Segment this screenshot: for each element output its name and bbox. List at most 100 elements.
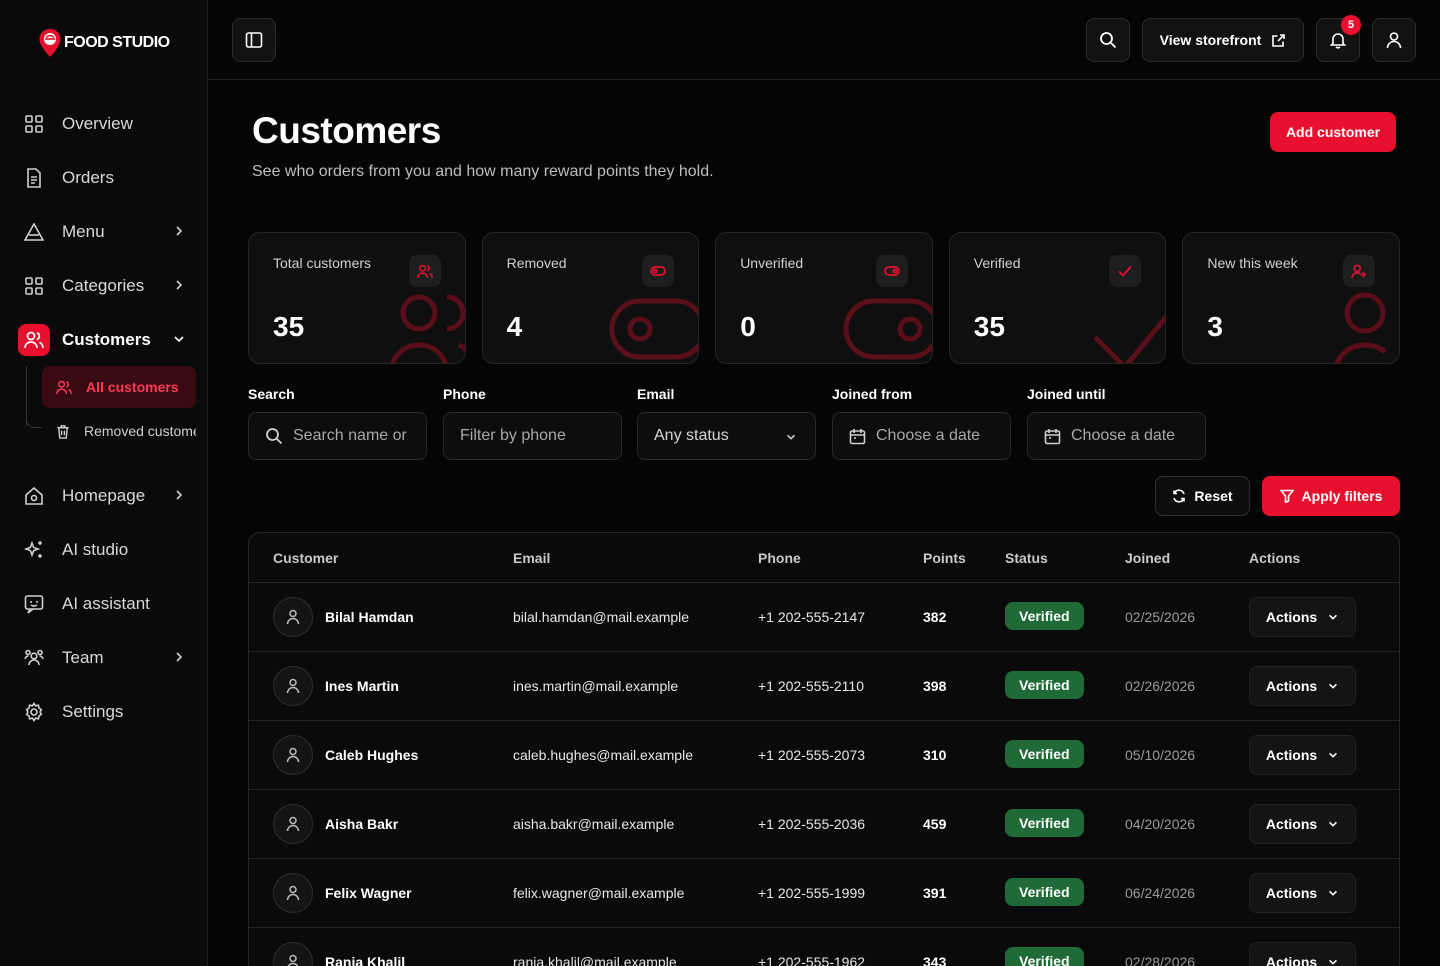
customer-points: 459 — [923, 816, 947, 832]
brand-logo[interactable]: FOOD STUDIO — [38, 28, 170, 58]
column-header-joined[interactable]: Joined — [1125, 550, 1170, 566]
apply-filters-label: Apply filters — [1301, 488, 1383, 504]
chevron-down-icon — [1329, 890, 1338, 896]
view-storefront-button[interactable]: View storefront — [1142, 18, 1304, 62]
sidebar-item-settings[interactable]: Settings — [18, 692, 198, 732]
customer-name[interactable]: Caleb Hughes — [325, 747, 418, 763]
row-actions-button[interactable]: Actions — [1249, 804, 1356, 844]
apply-filters-button[interactable]: Apply filters — [1262, 476, 1400, 516]
customers-table: Customer Email Phone Points Status Joine… — [248, 532, 1400, 966]
joined-until-date-picker[interactable]: Choose a date — [1027, 412, 1206, 460]
calendar-icon — [849, 428, 866, 444]
table-row[interactable]: Caleb Hughes caleb.hughes@mail.example +… — [249, 721, 1399, 790]
users-icon — [18, 324, 50, 356]
sidebar-item-label: Homepage — [62, 486, 146, 505]
table-row[interactable]: Felix Wagner felix.wagner@mail.example +… — [249, 859, 1399, 928]
column-header-email[interactable]: Email — [513, 550, 550, 566]
phone-input[interactable]: Filter by phone — [443, 412, 622, 460]
phone-field: Phone Filter by phone — [443, 386, 622, 460]
stat-value: 0 — [740, 311, 756, 342]
customers-subnav: All customers Removed customers — [26, 366, 198, 454]
sidebar-item-label: Customers — [62, 330, 151, 349]
sidebar-item-categories[interactable]: Categories — [18, 266, 198, 306]
customer-name[interactable]: Bilal Hamdan — [325, 609, 414, 625]
field-label: Email — [637, 386, 675, 402]
row-actions-button[interactable]: Actions — [1249, 597, 1356, 637]
customer-phone: +1 202-555-2073 — [758, 747, 866, 763]
column-header-phone[interactable]: Phone — [758, 550, 801, 566]
sidebar-item-team[interactable]: Team — [18, 638, 198, 678]
reset-filters-button[interactable]: Reset — [1155, 476, 1250, 516]
page-subtitle: See who orders from you and how many rew… — [252, 163, 714, 180]
add-customer-button[interactable]: Add customer — [1270, 112, 1396, 152]
customer-name[interactable]: Rania Khalil — [325, 954, 405, 966]
customer-joined-date: 02/26/2026 — [1125, 678, 1196, 694]
check-watermark-icon — [1093, 314, 1166, 363]
table-row[interactable]: Aisha Bakr aisha.bakr@mail.example +1 20… — [249, 790, 1399, 859]
stat-value: 35 — [273, 311, 305, 342]
customer-name[interactable]: Felix Wagner — [325, 885, 412, 901]
sidebar-item-customers[interactable]: Customers — [18, 320, 198, 360]
search-input[interactable]: Search name or — [248, 412, 427, 460]
customer-points: 391 — [923, 885, 947, 901]
notifications-button[interactable]: 5 — [1316, 15, 1361, 62]
chevron-down-icon — [1329, 959, 1338, 965]
notification-count-badge: 5 — [1341, 15, 1361, 35]
customer-email: aisha.bakr@mail.example — [513, 816, 675, 832]
users-icon — [408, 255, 441, 287]
subnav-item-all-customers[interactable]: All customers — [42, 366, 196, 408]
status-badge: Verified — [1005, 671, 1084, 699]
actions-label: Actions — [1265, 885, 1318, 901]
user-icon — [1386, 32, 1402, 49]
customer-email: ines.martin@mail.example — [513, 678, 679, 694]
user-menu-button[interactable] — [1372, 18, 1416, 62]
status-badge: Verified — [1005, 602, 1084, 630]
sidebar-item-ai-studio[interactable]: AI studio — [18, 530, 198, 570]
sparkle-icon — [24, 540, 44, 560]
user-icon — [286, 885, 300, 901]
row-actions-button[interactable]: Actions — [1249, 873, 1356, 913]
joined-from-date-picker[interactable]: Choose a date — [832, 412, 1011, 460]
actions-label: Actions — [1265, 816, 1318, 832]
email-status-select[interactable]: Any status — [637, 412, 816, 460]
sidebar-toggle-button[interactable] — [232, 18, 276, 62]
sidebar-item-label: Menu — [62, 222, 105, 241]
sidebar-nav: Overview Orders Menu Categories Customer… — [18, 104, 198, 746]
subnav-item-label: Removed customers — [84, 423, 196, 439]
chat-icon — [24, 594, 44, 614]
sidebar-item-ai-assistant[interactable]: AI assistant — [18, 584, 198, 624]
column-header-customer[interactable]: Customer — [273, 550, 338, 566]
search-icon — [1100, 32, 1117, 49]
user-plus-icon — [1342, 255, 1375, 287]
table-row[interactable]: Bilal Hamdan bilal.hamdan@mail.example +… — [249, 583, 1399, 652]
avatar — [273, 597, 313, 637]
customer-phone: +1 202-555-2036 — [758, 816, 866, 832]
table-row[interactable]: Ines Martin ines.martin@mail.example +1 … — [249, 652, 1399, 721]
customer-name[interactable]: Aisha Bakr — [325, 816, 398, 832]
sidebar-item-overview[interactable]: Overview — [18, 104, 198, 144]
sidebar-item-menu[interactable]: Menu — [18, 212, 198, 252]
actions-label: Actions — [1265, 678, 1318, 694]
table-row[interactable]: Rania Khalil rania.khalil@mail.example +… — [249, 928, 1399, 966]
triangle-icon — [24, 222, 44, 242]
subnav-item-label: All customers — [86, 379, 179, 395]
status-badge: Verified — [1005, 947, 1084, 966]
customer-name[interactable]: Ines Martin — [325, 678, 399, 694]
status-badge: Verified — [1005, 740, 1084, 768]
row-actions-button[interactable]: Actions — [1249, 942, 1356, 966]
search-button[interactable] — [1086, 18, 1130, 62]
field-label: Joined until — [1027, 386, 1106, 402]
row-actions-button[interactable]: Actions — [1249, 735, 1356, 775]
column-header-points[interactable]: Points — [923, 550, 966, 566]
sidebar-item-orders[interactable]: Orders — [18, 158, 198, 198]
column-header-status[interactable]: Status — [1005, 550, 1048, 566]
users-watermark-icon — [389, 294, 465, 363]
external-link-icon — [1272, 33, 1286, 47]
joined-from-placeholder: Choose a date — [876, 427, 981, 444]
chevron-down-icon — [1329, 752, 1338, 758]
users-icon — [56, 379, 72, 395]
subnav-item-removed-customers[interactable]: Removed customers — [42, 410, 196, 452]
sidebar-item-homepage[interactable]: Homepage — [18, 476, 198, 516]
row-actions-button[interactable]: Actions — [1249, 666, 1356, 706]
stat-card-unverified: Unverified 0 — [715, 232, 933, 364]
